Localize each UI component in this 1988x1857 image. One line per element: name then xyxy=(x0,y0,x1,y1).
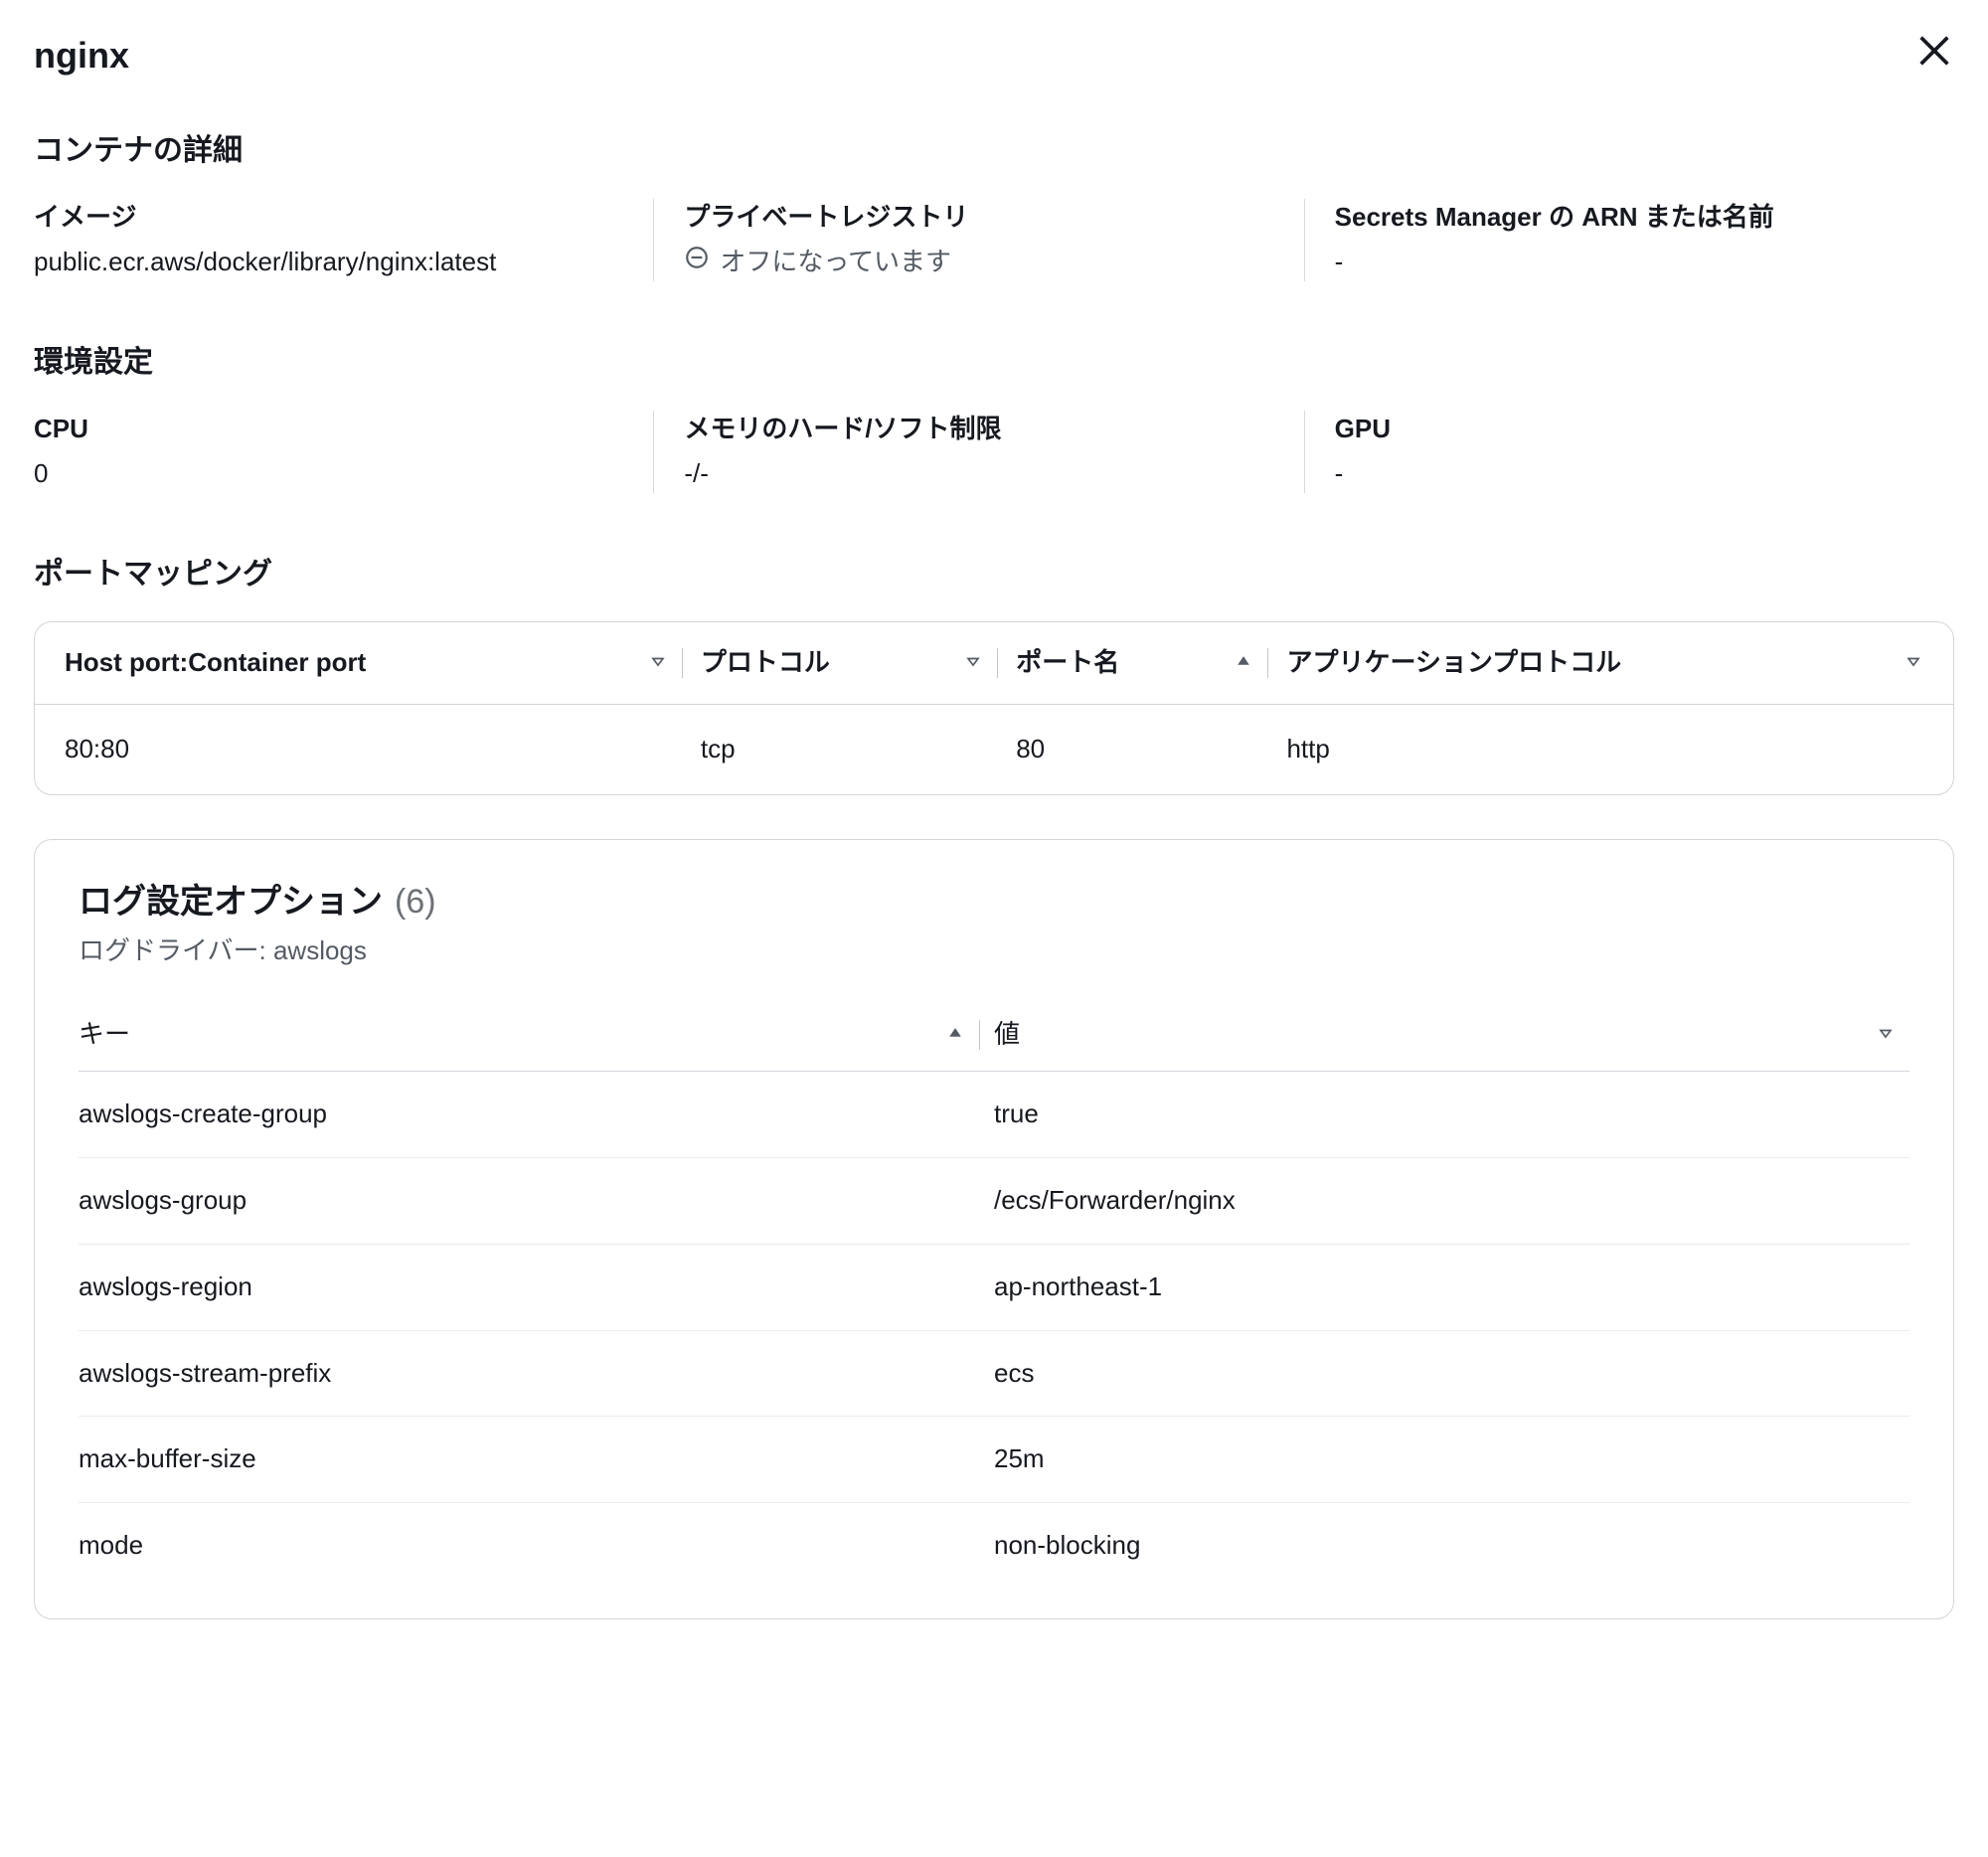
log-value: true xyxy=(994,1072,1909,1158)
col-app-protocol[interactable]: アプリケーションプロトコル xyxy=(1286,622,1953,704)
image-value: public.ecr.aws/docker/library/nginx:late… xyxy=(34,244,623,281)
table-row: awslogs-stream-prefixecs xyxy=(79,1330,1909,1417)
col-port-name[interactable]: ポート名 xyxy=(1016,622,1286,704)
gpu-label: GPU xyxy=(1335,411,1924,448)
table-row: max-buffer-size25m xyxy=(79,1417,1909,1503)
cell-protocol: tcp xyxy=(701,705,1016,794)
sort-desc-icon xyxy=(1904,644,1923,682)
log-key: max-buffer-size xyxy=(79,1417,994,1503)
log-value: /ecs/Forwarder/nginx xyxy=(994,1158,1909,1245)
env-grid: CPU 0 メモリのハード/ソフト制限 -/- GPU - xyxy=(34,411,1954,493)
log-key: awslogs-region xyxy=(79,1244,994,1330)
table-row: awslogs-regionap-northeast-1 xyxy=(79,1244,1909,1330)
col-app-protocol-label: アプリケーションプロトコル xyxy=(1286,644,1621,682)
private-registry-status: オフになっています xyxy=(720,244,951,281)
page-title: nginx xyxy=(34,30,129,82)
log-options-panel: ログ設定オプション (6) ログドライバー: awslogs キー xyxy=(34,839,1954,1619)
table-row: awslogs-create-grouptrue xyxy=(79,1072,1909,1158)
memory-label: メモリのハード/ソフト制限 xyxy=(684,411,1273,448)
log-key: awslogs-group xyxy=(79,1158,994,1245)
log-col-key-label: キー xyxy=(79,1016,130,1054)
col-port-name-label: ポート名 xyxy=(1016,644,1119,682)
log-col-value[interactable]: 値 xyxy=(994,998,1909,1072)
cell-port-name: 80 xyxy=(1016,705,1286,794)
memory-value: -/- xyxy=(684,455,1273,493)
image-label: イメージ xyxy=(34,199,623,237)
col-protocol[interactable]: プロトコル xyxy=(701,622,1016,704)
close-button[interactable] xyxy=(1914,31,1954,82)
private-registry-label: プライベートレジストリ xyxy=(684,199,1273,237)
log-col-key[interactable]: キー xyxy=(79,998,994,1072)
secrets-value: - xyxy=(1335,244,1924,281)
env-heading: 環境設定 xyxy=(34,341,1954,385)
log-value: ap-northeast-1 xyxy=(994,1244,1909,1330)
cell-app-protocol: http xyxy=(1286,705,1953,794)
port-mapping-heading: ポートマッピング xyxy=(34,553,1954,596)
log-value: ecs xyxy=(994,1330,1909,1417)
container-details-heading: コンテナの詳細 xyxy=(34,129,1954,173)
log-value: 25m xyxy=(994,1417,1909,1503)
cell-host-container: 80:80 xyxy=(35,705,701,794)
col-protocol-label: プロトコル xyxy=(701,644,830,682)
secrets-label: Secrets Manager の ARN または名前 xyxy=(1335,199,1924,237)
log-driver-value: awslogs xyxy=(273,935,367,965)
sort-asc-icon xyxy=(945,1016,965,1054)
close-icon xyxy=(1914,47,1954,77)
table-row: 80:80 tcp 80 http xyxy=(35,705,1953,794)
log-key: awslogs-create-group xyxy=(79,1072,994,1158)
table-row: modenon-blocking xyxy=(79,1502,1909,1588)
sort-desc-icon xyxy=(963,644,983,682)
log-key: mode xyxy=(79,1502,994,1588)
table-row: awslogs-group/ecs/Forwarder/nginx xyxy=(79,1158,1909,1245)
gpu-value: - xyxy=(1335,455,1924,493)
col-host-container[interactable]: Host port:Container port xyxy=(35,622,701,704)
port-mapping-panel: Host port:Container port プロトコル xyxy=(34,621,1954,794)
cpu-value: 0 xyxy=(34,455,623,493)
log-options-table: キー 値 xyxy=(79,998,1909,1589)
log-key: awslogs-stream-prefix xyxy=(79,1330,994,1417)
cpu-label: CPU xyxy=(34,411,623,448)
disabled-icon xyxy=(684,244,710,281)
col-host-container-label: Host port:Container port xyxy=(65,644,366,682)
sort-desc-icon xyxy=(648,644,668,682)
sort-asc-icon xyxy=(1234,644,1253,682)
log-options-count: (6) xyxy=(395,878,436,927)
sort-desc-icon xyxy=(1876,1016,1896,1054)
log-driver-label: ログドライバー: xyxy=(79,935,266,965)
log-value: non-blocking xyxy=(994,1502,1909,1588)
port-mapping-table: Host port:Container port プロトコル xyxy=(35,622,1953,793)
container-details-grid: イメージ public.ecr.aws/docker/library/nginx… xyxy=(34,199,1954,281)
log-col-value-label: 値 xyxy=(994,1016,1020,1054)
log-options-title: ログ設定オプション xyxy=(79,878,383,927)
